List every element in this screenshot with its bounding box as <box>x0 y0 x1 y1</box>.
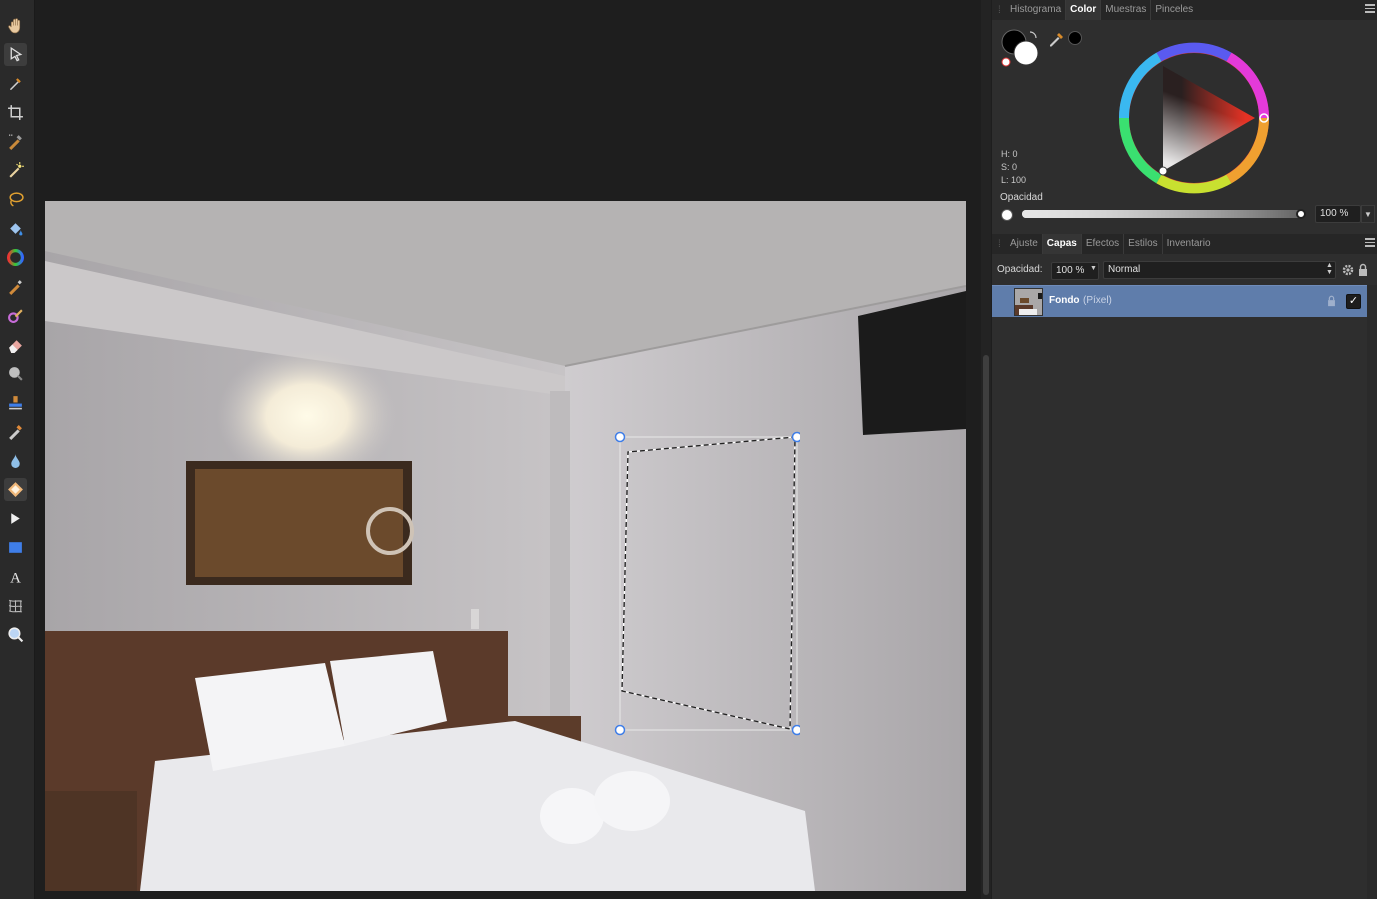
selection-brush-icon <box>9 134 22 150</box>
tab-color[interactable]: Color <box>1066 0 1102 20</box>
eraser-icon <box>9 340 22 353</box>
h-value: H: 0 <box>1001 149 1018 159</box>
opacity-value-field[interactable]: 100 % <box>1315 205 1361 223</box>
hotel-room-photo <box>45 201 966 891</box>
gear-icon[interactable] <box>1341 263 1355 277</box>
canvas-vertical-scrollbar[interactable] <box>981 0 991 899</box>
mesh-warp-tool-button[interactable] <box>4 594 27 617</box>
tools-toolbar: A <box>0 0 35 899</box>
panel-grip-icon[interactable]: ⁞ <box>998 239 1006 250</box>
tab-estilos[interactable]: Estilos <box>1124 234 1163 254</box>
panel-grip-icon[interactable]: ⁞ <box>998 5 1006 16</box>
text-a-icon: A <box>10 570 21 585</box>
svg-text:A: A <box>10 570 21 585</box>
dodge-brush-tool-button[interactable] <box>4 362 27 385</box>
paint-brush-tool-button[interactable] <box>4 275 27 298</box>
layer-lock-icon[interactable] <box>1327 295 1336 307</box>
water-drop-icon <box>11 454 20 468</box>
magnifier-icon <box>8 627 24 643</box>
l-value: L: 100 <box>1001 175 1027 185</box>
layer-thumbnail <box>1014 288 1043 316</box>
text-tool-button[interactable]: A <box>4 565 27 588</box>
color-wheel-tool-button[interactable] <box>4 246 27 269</box>
tone-knob[interactable] <box>1158 166 1168 176</box>
inpainting-diamond-icon <box>8 482 23 497</box>
transform-handle-bottom-left[interactable] <box>614 724 626 736</box>
lock-icon[interactable] <box>1358 263 1368 277</box>
color-brush-icon <box>8 309 23 323</box>
erase-brush-tool-button[interactable] <box>4 333 27 356</box>
tab-capas[interactable]: Capas <box>1042 234 1082 254</box>
zoom-tool-button[interactable] <box>4 623 27 646</box>
node-arrow-icon <box>11 513 20 524</box>
crop-icon <box>8 105 23 120</box>
magic-wand-tool-button[interactable] <box>4 159 27 182</box>
color-wheel[interactable] <box>1117 41 1272 196</box>
transform-handle-bottom-right[interactable] <box>791 724 801 736</box>
mesh-warp-icon <box>8 599 23 613</box>
opacity-label: Opacidad <box>1000 192 1043 203</box>
opacity-color-dot <box>1001 209 1013 221</box>
layer-row-fondo[interactable]: Fondo (Píxel) ✓ <box>992 285 1367 317</box>
picked-color-swatch[interactable] <box>1067 30 1083 46</box>
color-swatches[interactable] <box>1000 26 1044 70</box>
opacity-dropdown-arrow[interactable]: ▼ <box>1361 205 1375 223</box>
lasso-icon <box>9 192 24 207</box>
blend-mode-select[interactable]: Normal <box>1103 261 1336 279</box>
color-picker-tool-button[interactable] <box>4 72 27 95</box>
tab-histograma[interactable]: Histograma <box>1006 0 1067 20</box>
layers-opacity-label: Opacidad: <box>997 264 1043 275</box>
flood-fill-tool-button[interactable] <box>4 217 27 240</box>
crop-tool-button[interactable] <box>4 101 27 124</box>
opacity-slider-knob[interactable] <box>1296 209 1306 219</box>
scrollbar-thumb[interactable] <box>983 355 989 895</box>
node-tool-button[interactable] <box>4 507 27 530</box>
transform-handle-top-right[interactable] <box>791 431 801 443</box>
document-photo[interactable] <box>45 201 966 891</box>
transform-handle-top-left[interactable] <box>614 431 626 443</box>
tab-ajuste[interactable]: Ajuste <box>1006 234 1043 254</box>
panel-menu-icon[interactable] <box>1365 238 1375 248</box>
tab-muestras[interactable]: Muestras <box>1101 0 1152 20</box>
s-value: S: 0 <box>1001 162 1018 172</box>
paint-bucket-icon <box>10 223 23 236</box>
clone-stamp-icon <box>9 396 22 410</box>
inpainting-selection[interactable] <box>610 427 800 739</box>
layer-type: (Píxel) <box>1083 295 1112 306</box>
tab-inventario[interactable]: Inventario <box>1163 234 1215 254</box>
dodge-icon <box>9 367 23 381</box>
selection-brush-tool-button[interactable] <box>4 130 27 153</box>
clone-brush-tool-button[interactable] <box>4 391 27 414</box>
eyedropper-icon <box>10 78 21 90</box>
hand-tool-button[interactable] <box>4 14 27 37</box>
magic-wand-icon <box>9 162 24 178</box>
panel-menu-icon[interactable] <box>1365 4 1375 14</box>
right-panels: ⁞ Histograma Color Muestras Pinceles H: … <box>992 0 1377 899</box>
color-wheel-icon <box>7 249 24 266</box>
color-panel-tabbar: ⁞ Histograma Color Muestras Pinceles <box>992 0 1377 20</box>
color-replacement-tool-button[interactable] <box>4 304 27 327</box>
blend-mode-stepper-icon[interactable]: ▲ ▼ <box>1326 262 1333 276</box>
tab-pinceles[interactable]: Pinceles <box>1151 0 1197 20</box>
layer-visibility-checkbox[interactable]: ✓ <box>1346 294 1361 309</box>
layers-panel-tabbar: ⁞ Ajuste Capas Efectos Estilos Inventari… <box>992 234 1377 254</box>
opacity-slider[interactable] <box>1022 210 1302 218</box>
layers-scrollbar[interactable] <box>1367 285 1377 899</box>
chevron-down-icon[interactable]: ▼ <box>1090 265 1097 272</box>
document-canvas[interactable] <box>35 0 979 899</box>
healing-brush-icon <box>9 425 22 440</box>
tab-efectos[interactable]: Efectos <box>1082 234 1125 254</box>
inpainting-tool-button[interactable] <box>4 478 27 501</box>
freehand-selection-tool-button[interactable] <box>4 188 27 211</box>
eyedropper-icon[interactable] <box>1048 29 1068 47</box>
layer-name: Fondo <box>1049 295 1080 306</box>
paint-brush-icon <box>9 280 22 295</box>
blur-brush-tool-button[interactable] <box>4 449 27 472</box>
rectangle-icon <box>9 542 22 553</box>
healing-brush-tool-button[interactable] <box>4 420 27 443</box>
hand-icon <box>8 18 21 34</box>
pointer-arrow-icon <box>10 46 23 62</box>
move-tool-button[interactable] <box>4 43 27 66</box>
rectangle-tool-button[interactable] <box>4 536 27 559</box>
